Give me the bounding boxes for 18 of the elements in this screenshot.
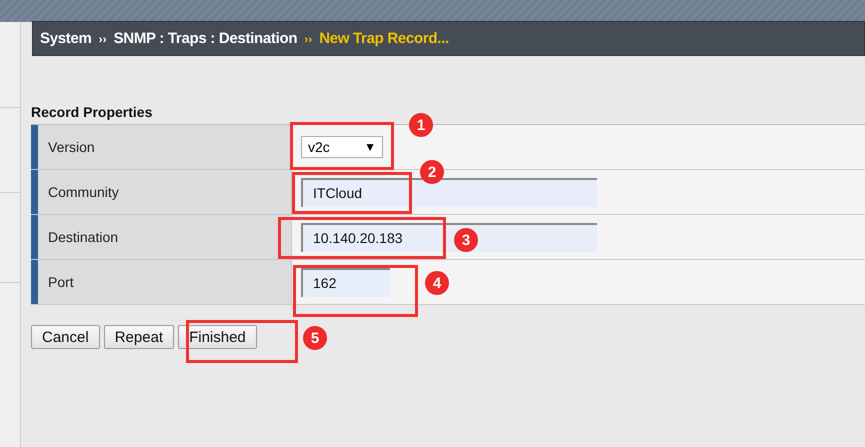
section-title: Record Properties <box>31 104 154 120</box>
input-field[interactable]: 162 <box>301 268 390 296</box>
breadcrumb-separator: ›› <box>304 32 312 46</box>
form-button[interactable]: Finished <box>178 325 257 349</box>
breadcrumb-item[interactable]: SNMP : Traps : Destination <box>114 30 298 47</box>
breadcrumb-item: New Trap Record... <box>319 30 449 47</box>
breadcrumb-item[interactable]: System <box>40 30 92 47</box>
form-button[interactable]: Repeat <box>104 325 174 349</box>
field-label: Port <box>31 260 292 304</box>
breadcrumb-separator: ›› <box>98 32 107 46</box>
step-number-badge: 5 <box>303 326 327 350</box>
form-button[interactable]: Cancel <box>31 325 100 349</box>
field-label: Version <box>31 125 292 169</box>
version-select[interactable]: v2c ▼ <box>301 136 383 158</box>
field-label: Community <box>31 170 292 214</box>
input-field[interactable]: ITCloud <box>301 178 597 206</box>
step-number-badge: 1 <box>409 113 433 137</box>
field-label: Destination <box>31 215 292 259</box>
